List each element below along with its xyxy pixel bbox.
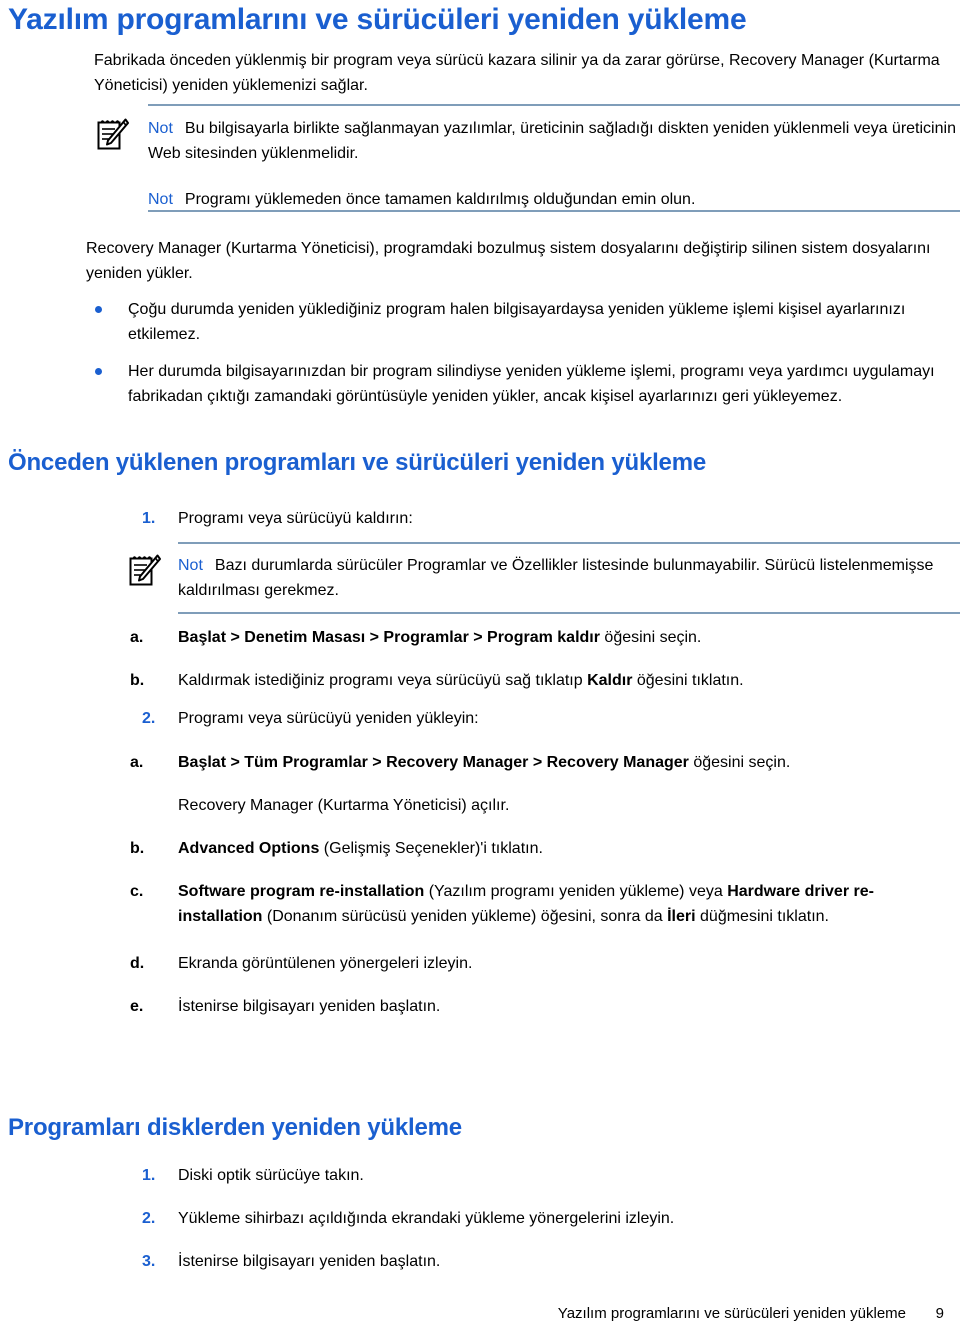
- list-item-label: Programı veya sürücüyü kaldırın:: [178, 510, 413, 527]
- note-label: Not: [178, 557, 203, 574]
- list-marker: a.: [130, 754, 144, 771]
- list-item: b. Kaldırmak istediğiniz programı veya s…: [130, 668, 946, 693]
- section-heading-preinstalled: Önceden yüklenen programları ve sürücüle…: [8, 449, 706, 476]
- note-label: Not: [148, 120, 173, 137]
- note-box-secondary-body: Not Bazı durumlarda sürücüler Programlar …: [178, 553, 960, 603]
- recovery-manager-paragraph: Recovery Manager (Kurtarma Yöneticisi), …: [86, 240, 931, 282]
- list-item: 1. Programı veya sürücüyü kaldırın:: [142, 506, 946, 531]
- list-item-lead: Kaldırmak istediğiniz programı veya sürü…: [178, 672, 588, 689]
- list-item-mid-1: (Yazılım programı yeniden yükleme) veya: [424, 883, 728, 900]
- note-text: Bazı durumlarda sürücüler Programlar ve …: [178, 557, 934, 599]
- list-item-bold-option-1: Software program re-installation: [178, 883, 425, 900]
- note-text: Programı yüklemeden önce tamamen kaldırı…: [184, 191, 696, 208]
- list-item: 2. Yükleme sihirbazı açıldığında ekranda…: [142, 1206, 946, 1231]
- list-item-label: Yükleme sihirbazı açıldığında ekrandaki …: [178, 1210, 675, 1227]
- notepad-pencil-icon: [128, 552, 162, 588]
- note-label: Not: [148, 191, 173, 208]
- list-item-label: öğesini seçin.: [688, 754, 791, 771]
- list-item: 1. Diski optik sürücüye takın.: [142, 1163, 946, 1188]
- list-item-label: (Gelişmiş Seçenekler)'i tıklatın.: [319, 840, 543, 857]
- list-item: e. İstenirse bilgisayarı yeniden başlatı…: [130, 994, 946, 1019]
- list-item-label: Ekranda görüntülenen yönergeleri izleyin…: [178, 955, 473, 972]
- list-item-label: Programı veya sürücüyü yeniden yükleyin:: [178, 710, 479, 727]
- note-box-primary-body: Not Bu bilgisayarla birlikte sağlanmayan …: [148, 116, 960, 212]
- list-item-label: Diski optik sürücüye takın.: [178, 1167, 364, 1184]
- list-item: Çoğu durumda yeniden yüklediğiniz progra…: [95, 297, 946, 347]
- list-item: Her durumda bilgisayarınızdan bir progra…: [95, 359, 946, 409]
- list-item: 2. Programı veya sürücüyü yeniden yükley…: [142, 706, 946, 731]
- page-footer: Yazılım programlarını ve sürücüleri yeni…: [0, 1304, 960, 1328]
- list-item: a. Başlat > Tüm Programlar > Recovery Ma…: [130, 750, 946, 775]
- list-item-bold-command: Advanced Options: [178, 840, 320, 857]
- footer-section-title: Yazılım programlarını ve sürücüleri yeni…: [557, 1305, 906, 1322]
- list-item-label: düğmesini tıklatın.: [695, 908, 829, 925]
- note-line: Not Programı yüklemeden önce tamamen kald…: [148, 187, 960, 212]
- list-marker: c.: [130, 883, 144, 900]
- page-title: Yazılım programlarını ve sürücüleri yeni…: [8, 3, 747, 36]
- bullet-dot-icon: [95, 368, 102, 375]
- list-marker: d.: [130, 955, 145, 972]
- list-marker: b.: [130, 672, 145, 689]
- section-heading-discs: Programları disklerden yeniden yükleme: [8, 1114, 462, 1141]
- list-item-label: Çoğu durumda yeniden yüklediğiniz progra…: [128, 301, 906, 343]
- list-marker: 2.: [142, 1210, 156, 1227]
- list-marker: 3.: [142, 1253, 156, 1270]
- list-item-mid-2: (Donanım sürücüsü yeniden yükleme) öğesi…: [262, 908, 668, 925]
- list-item-label: öğesini tıklatın.: [632, 672, 744, 689]
- list-item-bold-next-button: İleri: [667, 908, 696, 925]
- list-item-label: İstenirse bilgisayarı yeniden başlatın.: [178, 998, 441, 1015]
- list-item-label: öğesini seçin.: [599, 629, 702, 646]
- footer-page-number: 9: [935, 1305, 944, 1322]
- bullet-dot-icon: [95, 306, 102, 313]
- list-item: a. Başlat > Denetim Masası > Programlar …: [130, 625, 946, 650]
- list-marker: e.: [130, 998, 144, 1015]
- note-box-secondary: Not Bazı durumlarda sürücüler Programlar …: [129, 542, 960, 614]
- list-item-label: İstenirse bilgisayarı yeniden başlatın.: [178, 1253, 441, 1270]
- list-item-bold-path: Başlat > Denetim Masası > Programlar > P…: [178, 629, 600, 646]
- note-box-primary: Not Bu bilgisayarla birlikte sağlanmayan …: [97, 104, 960, 212]
- list-item: c. Software program re-installation (Yaz…: [130, 879, 946, 929]
- note-text: Bu bilgisayarla birlikte sağlanmayan yaz…: [148, 120, 956, 162]
- list-item: 3. İstenirse bilgisayarı yeniden başlatı…: [142, 1249, 946, 1274]
- list-marker: a.: [130, 629, 144, 646]
- list-item-bold-path: Başlat > Tüm Programlar > Recovery Manag…: [178, 754, 689, 771]
- document-page: Yazılım programlarını ve sürücüleri yeni…: [0, 0, 960, 1336]
- note-line: Not Bu bilgisayarla birlikte sağlanmayan …: [148, 116, 960, 166]
- list-item: b. Advanced Options (Gelişmiş Seçenekler…: [130, 836, 946, 861]
- list-marker: 1.: [142, 1167, 156, 1184]
- list-marker: 2.: [142, 710, 156, 727]
- intro-paragraph: Fabrikada önceden yüklenmiş bir program …: [94, 52, 940, 94]
- notepad-pencil-icon: [96, 116, 130, 152]
- sub-paragraph: Recovery Manager (Kurtarma Yöneticisi) a…: [178, 797, 510, 814]
- list-item-label: Her durumda bilgisayarınızdan bir progra…: [128, 363, 935, 405]
- list-marker: b.: [130, 840, 145, 857]
- note-line: Not Bazı durumlarda sürücüler Programlar …: [178, 553, 960, 603]
- list-item: d. Ekranda görüntülenen yönergeleri izle…: [130, 951, 946, 976]
- list-marker: 1.: [142, 510, 156, 527]
- list-item-bold-command: Kaldır: [587, 672, 633, 689]
